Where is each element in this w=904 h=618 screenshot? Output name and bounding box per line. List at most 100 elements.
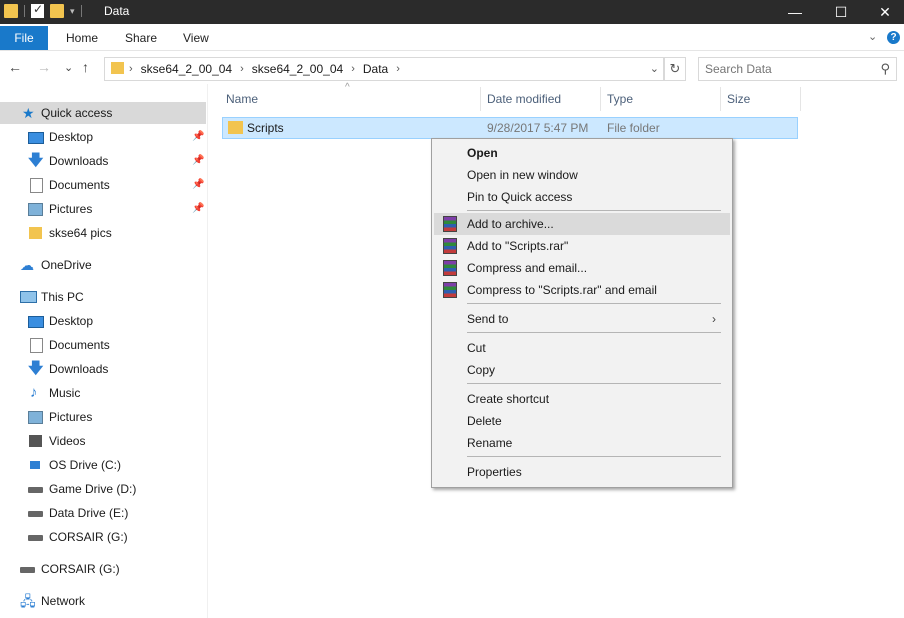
minimize-button[interactable]: —	[772, 0, 818, 24]
menu-separator	[467, 456, 721, 457]
nav-pc-os-drive[interactable]: OS Drive (C:)	[0, 454, 206, 476]
tab-view[interactable]: View	[183, 26, 209, 50]
nav-label: Videos	[49, 434, 86, 448]
nav-qa-skse64-pics[interactable]: skse64 pics	[0, 222, 206, 244]
chevron-right-icon[interactable]: ›	[396, 58, 400, 80]
nav-quick-access[interactable]: ★ Quick access	[0, 102, 206, 124]
forward-button[interactable]: →	[37, 59, 51, 75]
nav-pc-corsair[interactable]: CORSAIR (G:)	[0, 526, 206, 548]
nav-pc-videos[interactable]: Videos	[0, 430, 206, 452]
nav-pc-downloads[interactable]: 🡇 Downloads	[0, 358, 206, 380]
nav-pc-desktop[interactable]: Desktop	[0, 310, 206, 332]
cloud-icon: ☁	[20, 257, 34, 273]
nav-qa-desktop[interactable]: Desktop 📌	[0, 126, 206, 148]
chevron-down-icon[interactable]: ⌄	[650, 58, 659, 80]
chevron-right-icon[interactable]: ›	[351, 58, 355, 80]
close-button[interactable]: ✕	[862, 0, 904, 24]
column-header-size[interactable]: Size	[727, 87, 750, 111]
nav-label: OS Drive (C:)	[49, 458, 121, 472]
nav-onedrive[interactable]: ☁ OneDrive	[0, 254, 206, 276]
music-icon: ♪	[30, 384, 38, 401]
folder-icon	[29, 227, 42, 239]
nav-pc-game-drive[interactable]: Game Drive (D:)	[0, 478, 206, 500]
menu-label: Compress to "Scripts.rar" and email	[467, 283, 657, 297]
breadcrumb-item[interactable]: skse64_2_00_04	[252, 58, 343, 80]
chevron-right-icon[interactable]: ›	[240, 58, 244, 80]
nav-label: OneDrive	[41, 258, 92, 272]
menu-item-cut[interactable]: Cut	[434, 337, 730, 359]
nav-label: Game Drive (D:)	[49, 482, 137, 496]
address-bar[interactable]: › skse64_2_00_04 › skse64_2_00_04 › Data…	[104, 57, 664, 81]
menu-item-compress-rar-email[interactable]: Compress to "Scripts.rar" and email	[434, 279, 730, 301]
menu-item-add-to-archive[interactable]: Add to archive...	[434, 213, 730, 235]
menu-label: Rename	[467, 436, 513, 450]
menu-item-delete[interactable]: Delete	[434, 410, 730, 432]
new-folder-icon[interactable]	[50, 4, 64, 18]
drive-icon	[28, 511, 43, 517]
menu-item-open-new-window[interactable]: Open in new window	[434, 164, 730, 186]
search-icon[interactable]: ⚲	[880, 61, 890, 77]
nav-qa-downloads[interactable]: 🡇 Downloads 📌	[0, 150, 206, 172]
column-divider[interactable]	[600, 87, 601, 111]
customize-toolbar-icon[interactable]: ▾	[70, 6, 75, 17]
back-button[interactable]: ←	[8, 59, 22, 75]
column-divider[interactable]	[720, 87, 721, 111]
nav-label: Data Drive (E:)	[49, 506, 129, 520]
nav-label: Downloads	[49, 154, 109, 168]
tab-file[interactable]: File	[0, 26, 48, 50]
properties-icon[interactable]	[31, 2, 44, 18]
menu-item-create-shortcut[interactable]: Create shortcut	[434, 388, 730, 410]
up-button[interactable]: ↑	[82, 59, 89, 75]
star-icon: ★	[22, 105, 35, 121]
menu-item-send-to[interactable]: Send to ›	[434, 308, 730, 330]
column-divider[interactable]	[480, 87, 481, 111]
recent-locations-button[interactable]: ⌄	[64, 61, 73, 74]
menu-item-properties[interactable]: Properties	[434, 461, 730, 483]
menu-item-add-to-rar[interactable]: Add to "Scripts.rar"	[434, 235, 730, 257]
breadcrumb-item[interactable]: Data	[363, 58, 388, 80]
file-date: 9/28/2017 5:47 PM	[487, 121, 589, 135]
breadcrumb-item[interactable]: skse64_2_00_04	[141, 58, 232, 80]
nav-qa-pictures[interactable]: Pictures 📌	[0, 198, 206, 220]
nav-qa-documents[interactable]: Documents 📌	[0, 174, 206, 196]
nav-label: Pictures	[49, 202, 93, 216]
nav-pc-data-drive[interactable]: Data Drive (E:)	[0, 502, 206, 524]
drive-icon	[28, 535, 43, 541]
toolbar-divider	[24, 5, 25, 17]
navigation-pane: ★ Quick access Desktop 📌 🡇 Downloads 📌 D…	[0, 96, 206, 618]
column-header-type[interactable]: Type	[607, 87, 633, 111]
menu-label: Pin to Quick access	[467, 190, 573, 204]
menu-item-copy[interactable]: Copy	[434, 359, 730, 381]
ribbon-collapse-button[interactable]: ⌄	[868, 30, 877, 43]
tab-home[interactable]: Home	[66, 26, 98, 50]
chevron-right-icon[interactable]: ›	[129, 58, 133, 80]
column-header-date[interactable]: Date modified	[487, 87, 561, 111]
nav-network[interactable]: 🖧 Network	[0, 590, 206, 612]
quick-access-toolbar: ▾	[4, 2, 82, 18]
menu-item-pin-quick-access[interactable]: Pin to Quick access	[434, 186, 730, 208]
file-row-scripts[interactable]: Scripts 9/28/2017 5:47 PM File folder	[222, 117, 798, 139]
maximize-button[interactable]: ☐	[818, 0, 864, 24]
nav-this-pc[interactable]: This PC	[0, 286, 206, 308]
menu-item-open[interactable]: Open	[434, 142, 730, 164]
menu-label: Open in new window	[467, 168, 578, 182]
tab-share[interactable]: Share	[125, 26, 157, 50]
pane-divider[interactable]	[207, 84, 208, 618]
pictures-icon	[28, 203, 43, 216]
nav-pc-music[interactable]: ♪ Music	[0, 382, 206, 404]
nav-pc-documents[interactable]: Documents	[0, 334, 206, 356]
nav-label: CORSAIR (G:)	[49, 530, 128, 544]
window-title: Data	[104, 4, 130, 18]
menu-item-rename[interactable]: Rename	[434, 432, 730, 454]
column-divider[interactable]	[800, 87, 801, 111]
column-header-name[interactable]: Name	[226, 87, 258, 111]
search-input[interactable]	[703, 58, 877, 80]
context-menu: Open Open in new window Pin to Quick acc…	[431, 138, 733, 488]
help-button[interactable]: ?	[887, 31, 900, 44]
nav-pc-pictures[interactable]: Pictures	[0, 406, 206, 428]
search-box[interactable]: ⚲	[698, 57, 897, 81]
refresh-button[interactable]: ↻	[664, 57, 686, 81]
toolbar-divider	[80, 5, 82, 17]
nav-corsair[interactable]: CORSAIR (G:)	[0, 558, 206, 580]
menu-item-compress-email[interactable]: Compress and email...	[434, 257, 730, 279]
